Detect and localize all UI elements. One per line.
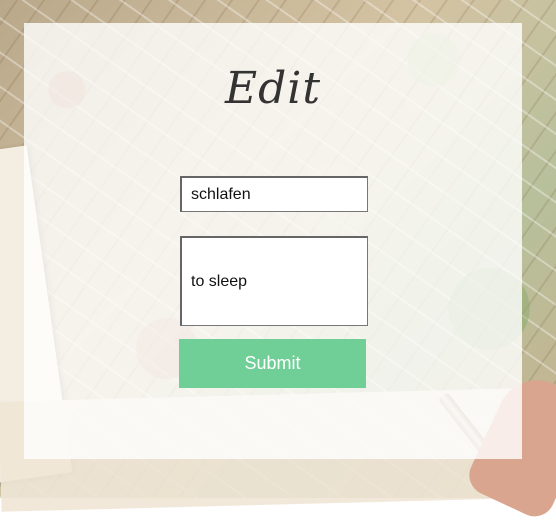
meaning-text: to sleep	[191, 272, 248, 290]
submit-button[interactable]: Submit	[179, 339, 366, 388]
page-title: Edit	[224, 63, 322, 114]
meaning-textarea[interactable]: to sleep	[180, 236, 368, 326]
word-input[interactable]	[180, 176, 368, 212]
